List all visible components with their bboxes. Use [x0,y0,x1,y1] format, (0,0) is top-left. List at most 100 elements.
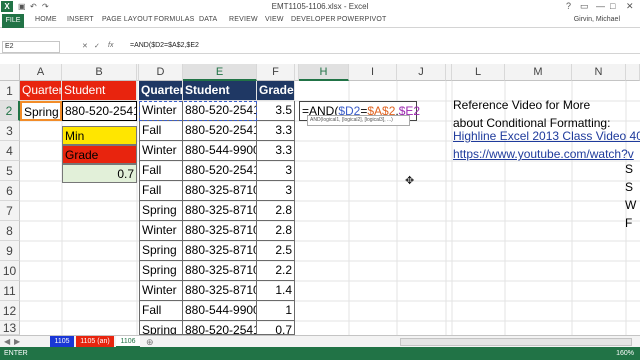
maximize-button[interactable]: □ [610,1,615,11]
column-header-j[interactable]: J [397,64,446,81]
cell-d12[interactable]: Fall [139,301,183,321]
cell-e8[interactable]: 880-325-8710 [183,221,257,241]
column-header-m[interactable]: M [505,64,572,81]
horizontal-scrollbar[interactable] [400,338,632,346]
reference-line-1: Reference Video for More [453,98,591,112]
cell-f13[interactable]: 0.7 [257,321,295,335]
column-header-o[interactable] [626,64,640,81]
tab-developer[interactable]: DEVELOPER [291,16,336,23]
cell-b5[interactable]: Grade [62,145,137,164]
cell-e1[interactable]: Student [183,81,257,101]
row-header-8[interactable]: 8 [0,221,20,241]
cell-f5[interactable]: 3 [257,161,295,181]
tab-file[interactable]: FILE [2,14,24,28]
cell-f6[interactable]: 3 [257,181,295,201]
cell-e12[interactable]: 880-544-9900 [183,301,257,321]
column-header-i[interactable]: I [349,64,397,81]
cell-e11[interactable]: 880-325-8710 [183,281,257,301]
enter-icon[interactable]: ✓ [94,42,100,50]
cell-f8[interactable]: 2.8 [257,221,295,241]
cell-f9[interactable]: 2.5 [257,241,295,261]
window-title: EMT1105-1106.xlsx - Excel [271,2,369,11]
column-header-l[interactable]: L [452,64,505,81]
cell-e10[interactable]: 880-325-8710 [183,261,257,281]
cell-b6[interactable]: 0.7 [62,164,137,183]
tab-data[interactable]: DATA [199,16,217,23]
tab-formulas[interactable]: FORMULAS [154,16,195,23]
help-icon[interactable]: ? [566,1,571,11]
row-header-9[interactable]: 9 [0,241,20,261]
tab-powerpivot[interactable]: POWERPIVOT [337,16,386,23]
zoom-level[interactable]: 160% [616,347,634,360]
formula-input[interactable]: =AND($D2=$A$2,$E2 [130,42,199,49]
cell-d13[interactable]: Spring [139,321,183,335]
insert-function-icon[interactable]: fx [108,42,113,49]
column-header-f[interactable]: F [257,64,295,81]
cell-d3[interactable]: Fall [139,121,183,141]
cell-d7[interactable]: Spring [139,201,183,221]
cell-f1[interactable]: Grade [257,81,295,101]
name-box[interactable]: E2 [2,41,60,53]
close-button[interactable]: ✕ [626,1,634,12]
youtube-link[interactable]: https://www.youtube.com/watch?v [453,145,634,165]
cell-d1[interactable]: Quarter [139,81,183,101]
cell-f12[interactable]: 1 [257,301,295,321]
video-link[interactable]: Highline Excel 2013 Class Video 40: Co [453,127,640,147]
row-header-7[interactable]: 7 [0,201,20,221]
cell-b1[interactable]: Student [62,81,137,101]
cell-e4[interactable]: 880-544-9900 [183,141,257,161]
cell-d2[interactable]: Winter [139,101,183,121]
cell-e6[interactable]: 880-325-8710 [183,181,257,201]
column-header-b[interactable]: B [62,64,137,81]
row-header-1[interactable]: 1 [0,81,20,101]
cell-a1[interactable]: Quarter [20,81,62,101]
row-header-12[interactable]: 12 [0,301,20,321]
row-header-4[interactable]: 4 [0,141,20,161]
cell-e7[interactable]: 880-325-8710 [183,201,257,221]
minimize-button[interactable]: — [596,1,605,11]
cell-f11[interactable]: 1.4 [257,281,295,301]
cell-e5[interactable]: 880-520-2541 [183,161,257,181]
row-header-11[interactable]: 11 [0,281,20,301]
cell-d8[interactable]: Winter [139,221,183,241]
tab-page-layout[interactable]: PAGE LAYOUT [102,16,153,23]
cell-f2[interactable]: 3.5 [257,101,295,121]
row-header-2[interactable]: 2 [0,101,20,121]
cell-a2[interactable]: Spring [20,101,62,121]
cell-d6[interactable]: Fall [139,181,183,201]
column-header-e[interactable]: E [183,64,257,81]
tab-review[interactable]: REVIEW [229,16,258,23]
row-header-6[interactable]: 6 [0,181,20,201]
cell-f4[interactable]: 3.3 [257,141,295,161]
tab-view[interactable]: VIEW [265,16,284,23]
cell-e2[interactable]: 880-520-2541 [183,101,257,121]
cell-e13[interactable]: 880-520-2541 [183,321,257,335]
cell-f10[interactable]: 2.2 [257,261,295,281]
cell-e9[interactable]: 880-325-8710 [183,241,257,261]
cell-d4[interactable]: Winter [139,141,183,161]
row-header-5[interactable]: 5 [0,161,20,181]
ribbon-display-icon[interactable]: ▭ [580,1,589,12]
cell-f3[interactable]: 3.3 [257,121,295,141]
cell-f7[interactable]: 2.8 [257,201,295,221]
cell-e3[interactable]: 880-520-2541 [183,121,257,141]
tab-home[interactable]: HOME [35,16,57,23]
row-header-13[interactable]: 13 [0,321,20,335]
select-all-button[interactable] [0,64,20,81]
cell-b4[interactable]: Min [62,126,137,145]
column-header-d[interactable]: D [139,64,183,81]
column-header-a[interactable]: A [20,64,62,81]
cell-d5[interactable]: Fall [139,161,183,181]
row-header-3[interactable]: 3 [0,121,20,141]
column-header-n[interactable]: N [572,64,626,81]
user-name[interactable]: Girvin, Michael [574,16,620,23]
column-header-h[interactable]: H [299,64,349,81]
tab-insert[interactable]: INSERT [67,16,94,23]
cell-d11[interactable]: Winter [139,281,183,301]
cell-d9[interactable]: Spring [139,241,183,261]
cell-b2[interactable]: 880-520-2541 [62,101,137,121]
row-header-10[interactable]: 10 [0,261,20,281]
side-text-2: S [625,180,634,194]
cell-d10[interactable]: Spring [139,261,183,281]
cancel-icon[interactable]: ✕ [82,42,88,50]
